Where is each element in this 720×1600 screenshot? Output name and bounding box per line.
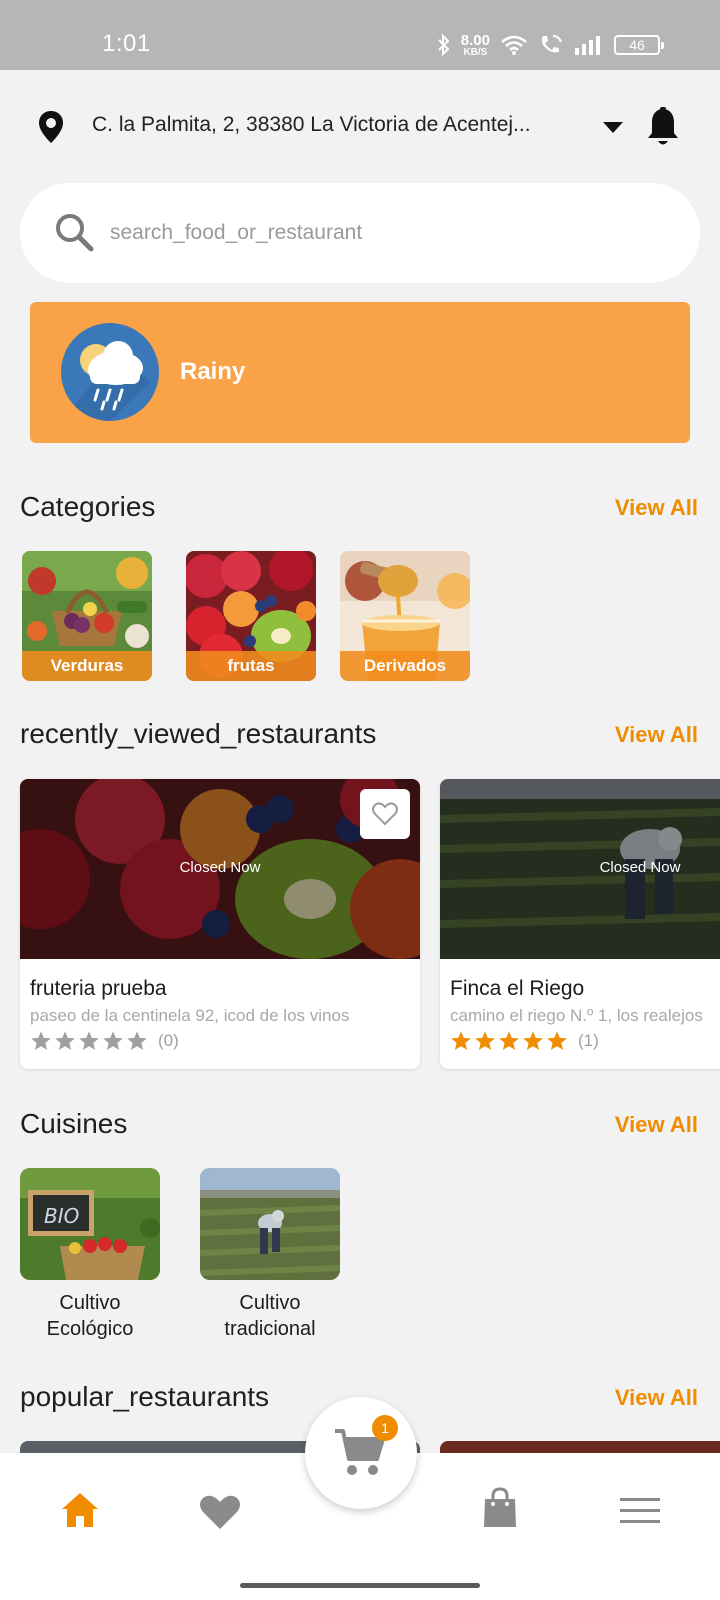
bluetooth-icon [438,34,450,56]
cuisine-tile-ecologico[interactable]: BIO Cultivo Ecológico [20,1168,160,1342]
star-icon [31,1031,51,1050]
popular-title: popular_restaurants [20,1381,270,1412]
restaurant-card[interactable]: Closed Now Finca el Riego camino el rieg… [440,779,720,1069]
restaurant-address: camino el riego N.º 1, los realejos [450,1006,703,1025]
category-label: Verduras [22,651,152,681]
closed-status: Closed Now [179,859,261,876]
cuisine-image [200,1168,340,1280]
star-icon [523,1031,543,1050]
cuisine-label-line: tradicional [224,1318,316,1340]
category-label: frutas [186,651,316,681]
menu-icon[interactable] [620,1497,660,1525]
home-icon[interactable] [60,1491,100,1529]
category-label: Derivados [340,651,470,681]
restaurant-name: fruteria prueba [30,977,167,1000]
restaurant-image: Closed Now [440,779,720,959]
rain-cloud-icon [61,323,159,421]
weather-banner: Rainy [30,302,690,443]
star-icon [127,1031,147,1050]
closed-status: Closed Now [599,859,681,876]
category-tile-verduras[interactable]: Verduras [22,551,152,681]
cuisine-label-line: Ecológico [46,1318,134,1340]
search-placeholder: search_food_or_restaurant [110,221,363,244]
star-icon [55,1031,75,1050]
network-speed-unit: KB/S [463,46,488,58]
cart-button[interactable]: 1 [305,1397,417,1509]
weather-label: Rainy [180,358,246,385]
heart-outline-icon [372,802,398,826]
restaurant-address: paseo de la centinela 92, icod de los vi… [30,1006,350,1025]
restaurant-rating: (0) [30,1030,179,1052]
status-bar: 1:01 8.00 KB/S 46 [0,0,720,70]
restaurant-rating: (1) [450,1030,599,1052]
star-icon [103,1031,123,1050]
star-icon [547,1031,567,1050]
wifi-calling-icon [542,35,562,53]
categories-view-all-link[interactable]: View All [615,495,698,521]
location-pin-icon [39,111,63,143]
bio-sign-text: BIO [44,1204,79,1228]
bio-basket-image: BIO [20,1168,160,1280]
network-speed: 8.00 KB/S [461,33,490,58]
favorite-button[interactable] [360,789,410,839]
caret-down-icon[interactable] [603,122,623,134]
cuisines-title: Cuisines [20,1108,128,1139]
cuisines-view-all-link[interactable]: View All [615,1112,698,1138]
wifi-icon [501,35,527,55]
star-icon [499,1031,519,1050]
restaurant-card[interactable]: Closed Now fruteria prueba paseo de la c… [20,779,420,1069]
cuisine-image: BIO [20,1168,160,1280]
home-indicator [240,1583,480,1588]
heart-icon[interactable] [198,1493,242,1531]
rating-count: (1) [578,1031,599,1050]
bell-icon[interactable] [646,106,680,148]
cart-count-badge: 1 [372,1415,398,1441]
recently-viewed-view-all-link[interactable]: View All [615,722,698,748]
search-input[interactable]: search_food_or_restaurant [20,183,700,283]
popular-view-all-link[interactable]: View All [615,1385,698,1411]
cuisine-label-line: Cultivo [59,1292,121,1314]
search-icon [56,214,94,252]
shopping-bag-icon[interactable] [482,1487,518,1529]
star-icon [475,1031,495,1050]
status-time: 1:01 [102,30,151,57]
cuisine-tile-tradicional[interactable]: Cultivo tradicional [200,1168,340,1342]
rating-count: (0) [158,1031,179,1050]
categories-title: Categories [20,491,156,522]
star-icon [79,1031,99,1050]
restaurant-image: Closed Now [20,779,420,959]
recently-viewed-title: recently_viewed_restaurants [20,718,377,749]
network-speed-value: 8.00 [460,31,490,49]
star-icon [451,1031,471,1050]
cuisine-label: Cultivo Ecológico [20,1290,160,1342]
category-tile-derivados[interactable]: Derivados [340,551,470,681]
battery-indicator: 46 [614,35,664,55]
location-bar[interactable]: C. la Palmita, 2, 38380 La Victoria de A… [0,96,720,156]
status-icons: 8.00 KB/S 46 [437,30,664,60]
category-tile-frutas[interactable]: frutas [186,551,316,681]
cuisine-label: Cultivo tradicional [200,1290,340,1342]
cuisine-label-line: Cultivo [239,1292,301,1314]
restaurant-name: Finca el Riego [450,977,585,1000]
delivery-address[interactable]: C. la Palmita, 2, 38380 La Victoria de A… [92,113,587,137]
field-worker-image [200,1168,340,1280]
signal-icon [575,36,600,55]
